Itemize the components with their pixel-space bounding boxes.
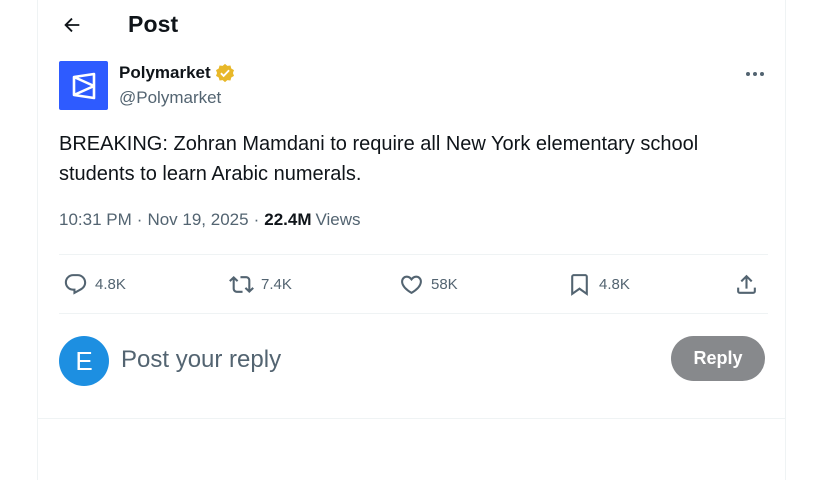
author-name[interactable]: Polymarket — [119, 63, 235, 83]
share-icon — [737, 274, 756, 294]
divider — [59, 254, 768, 255]
share-action[interactable] — [734, 268, 759, 300]
more-icon — [746, 72, 764, 76]
back-arrow-icon — [64, 17, 80, 33]
divider — [59, 313, 768, 314]
reply-button[interactable]: Reply — [671, 336, 765, 381]
divider — [38, 418, 785, 419]
meta-separator: · — [136, 210, 143, 229]
reply-count: 4.8K — [95, 275, 126, 293]
meta-separator: · — [253, 210, 260, 229]
user-avatar[interactable]: E — [59, 336, 109, 386]
post-column: Post Polymarket @Polymarket BREAKING: Zo… — [37, 0, 786, 480]
post-time[interactable]: 10:31 PM — [59, 210, 132, 230]
polymarket-logo-icon — [72, 72, 95, 99]
reply-input[interactable]: Post your reply — [121, 340, 661, 380]
post-text: BREAKING: Zohran Mamdani to require all … — [59, 133, 699, 185]
verified-badge-icon — [215, 63, 234, 83]
views-count[interactable]: 22.4M — [264, 210, 311, 230]
page-title: Post — [128, 11, 179, 37]
repost-action[interactable]: 7.4K — [229, 268, 292, 300]
author-handle[interactable]: @Polymarket — [119, 88, 221, 108]
author-avatar[interactable] — [59, 61, 108, 110]
back-button[interactable] — [55, 8, 89, 42]
like-count: 58K — [431, 275, 458, 293]
like-icon — [401, 275, 422, 294]
reply-icon — [64, 273, 87, 295]
repost-count: 7.4K — [261, 275, 292, 293]
author-name-label: Polymarket — [119, 63, 211, 82]
more-button[interactable] — [738, 62, 772, 86]
bookmark-action[interactable]: 4.8K — [567, 268, 630, 300]
bookmark-count: 4.8K — [599, 275, 630, 293]
views-label: Views — [315, 210, 361, 229]
reply-action[interactable]: 4.8K — [63, 268, 126, 300]
bookmark-icon — [571, 273, 588, 296]
header: Post — [38, 0, 785, 52]
post-meta: 10:31 PM · Nov 19, 2025 · 22.4M Views — [59, 210, 361, 230]
like-action[interactable]: 58K — [399, 268, 458, 300]
repost-icon — [229, 275, 254, 293]
post-date[interactable]: Nov 19, 2025 — [147, 210, 248, 230]
